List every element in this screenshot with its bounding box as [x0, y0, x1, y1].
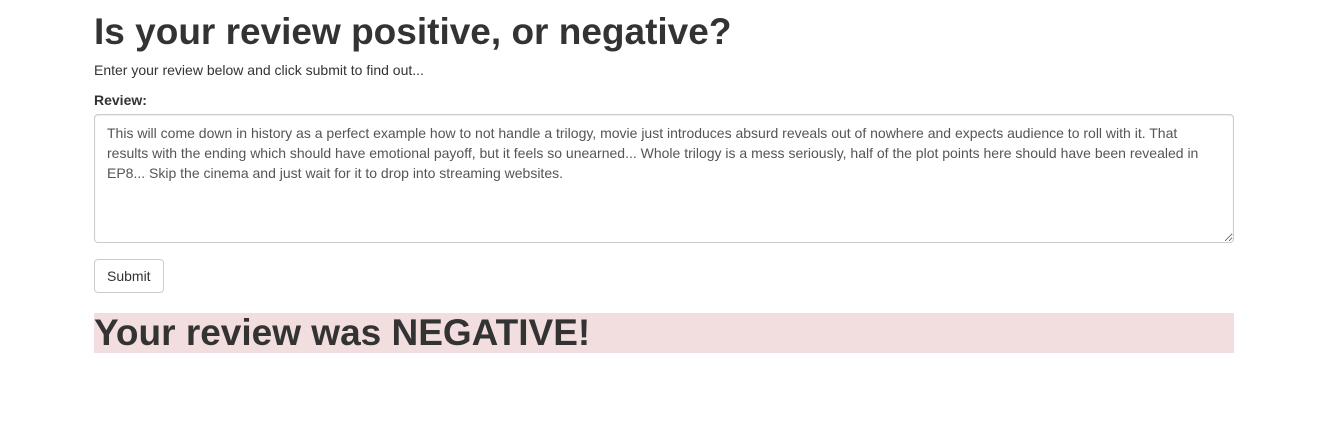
review-form: Review: This will come down in history a…	[94, 90, 1234, 293]
page-title: Is your review positive, or negative?	[94, 11, 732, 52]
review-label: Review:	[94, 92, 147, 108]
submit-button[interactable]: Submit	[94, 259, 164, 293]
result-text: Your review was NEGATIVE!	[94, 312, 591, 353]
page-subtitle: Enter your review below and click submit…	[94, 62, 424, 78]
main-container: Is your review positive, or negative? En…	[94, 0, 1234, 353]
review-textarea[interactable]: This will come down in history as a perf…	[94, 114, 1234, 243]
result-banner: Your review was NEGATIVE!	[94, 313, 1234, 353]
